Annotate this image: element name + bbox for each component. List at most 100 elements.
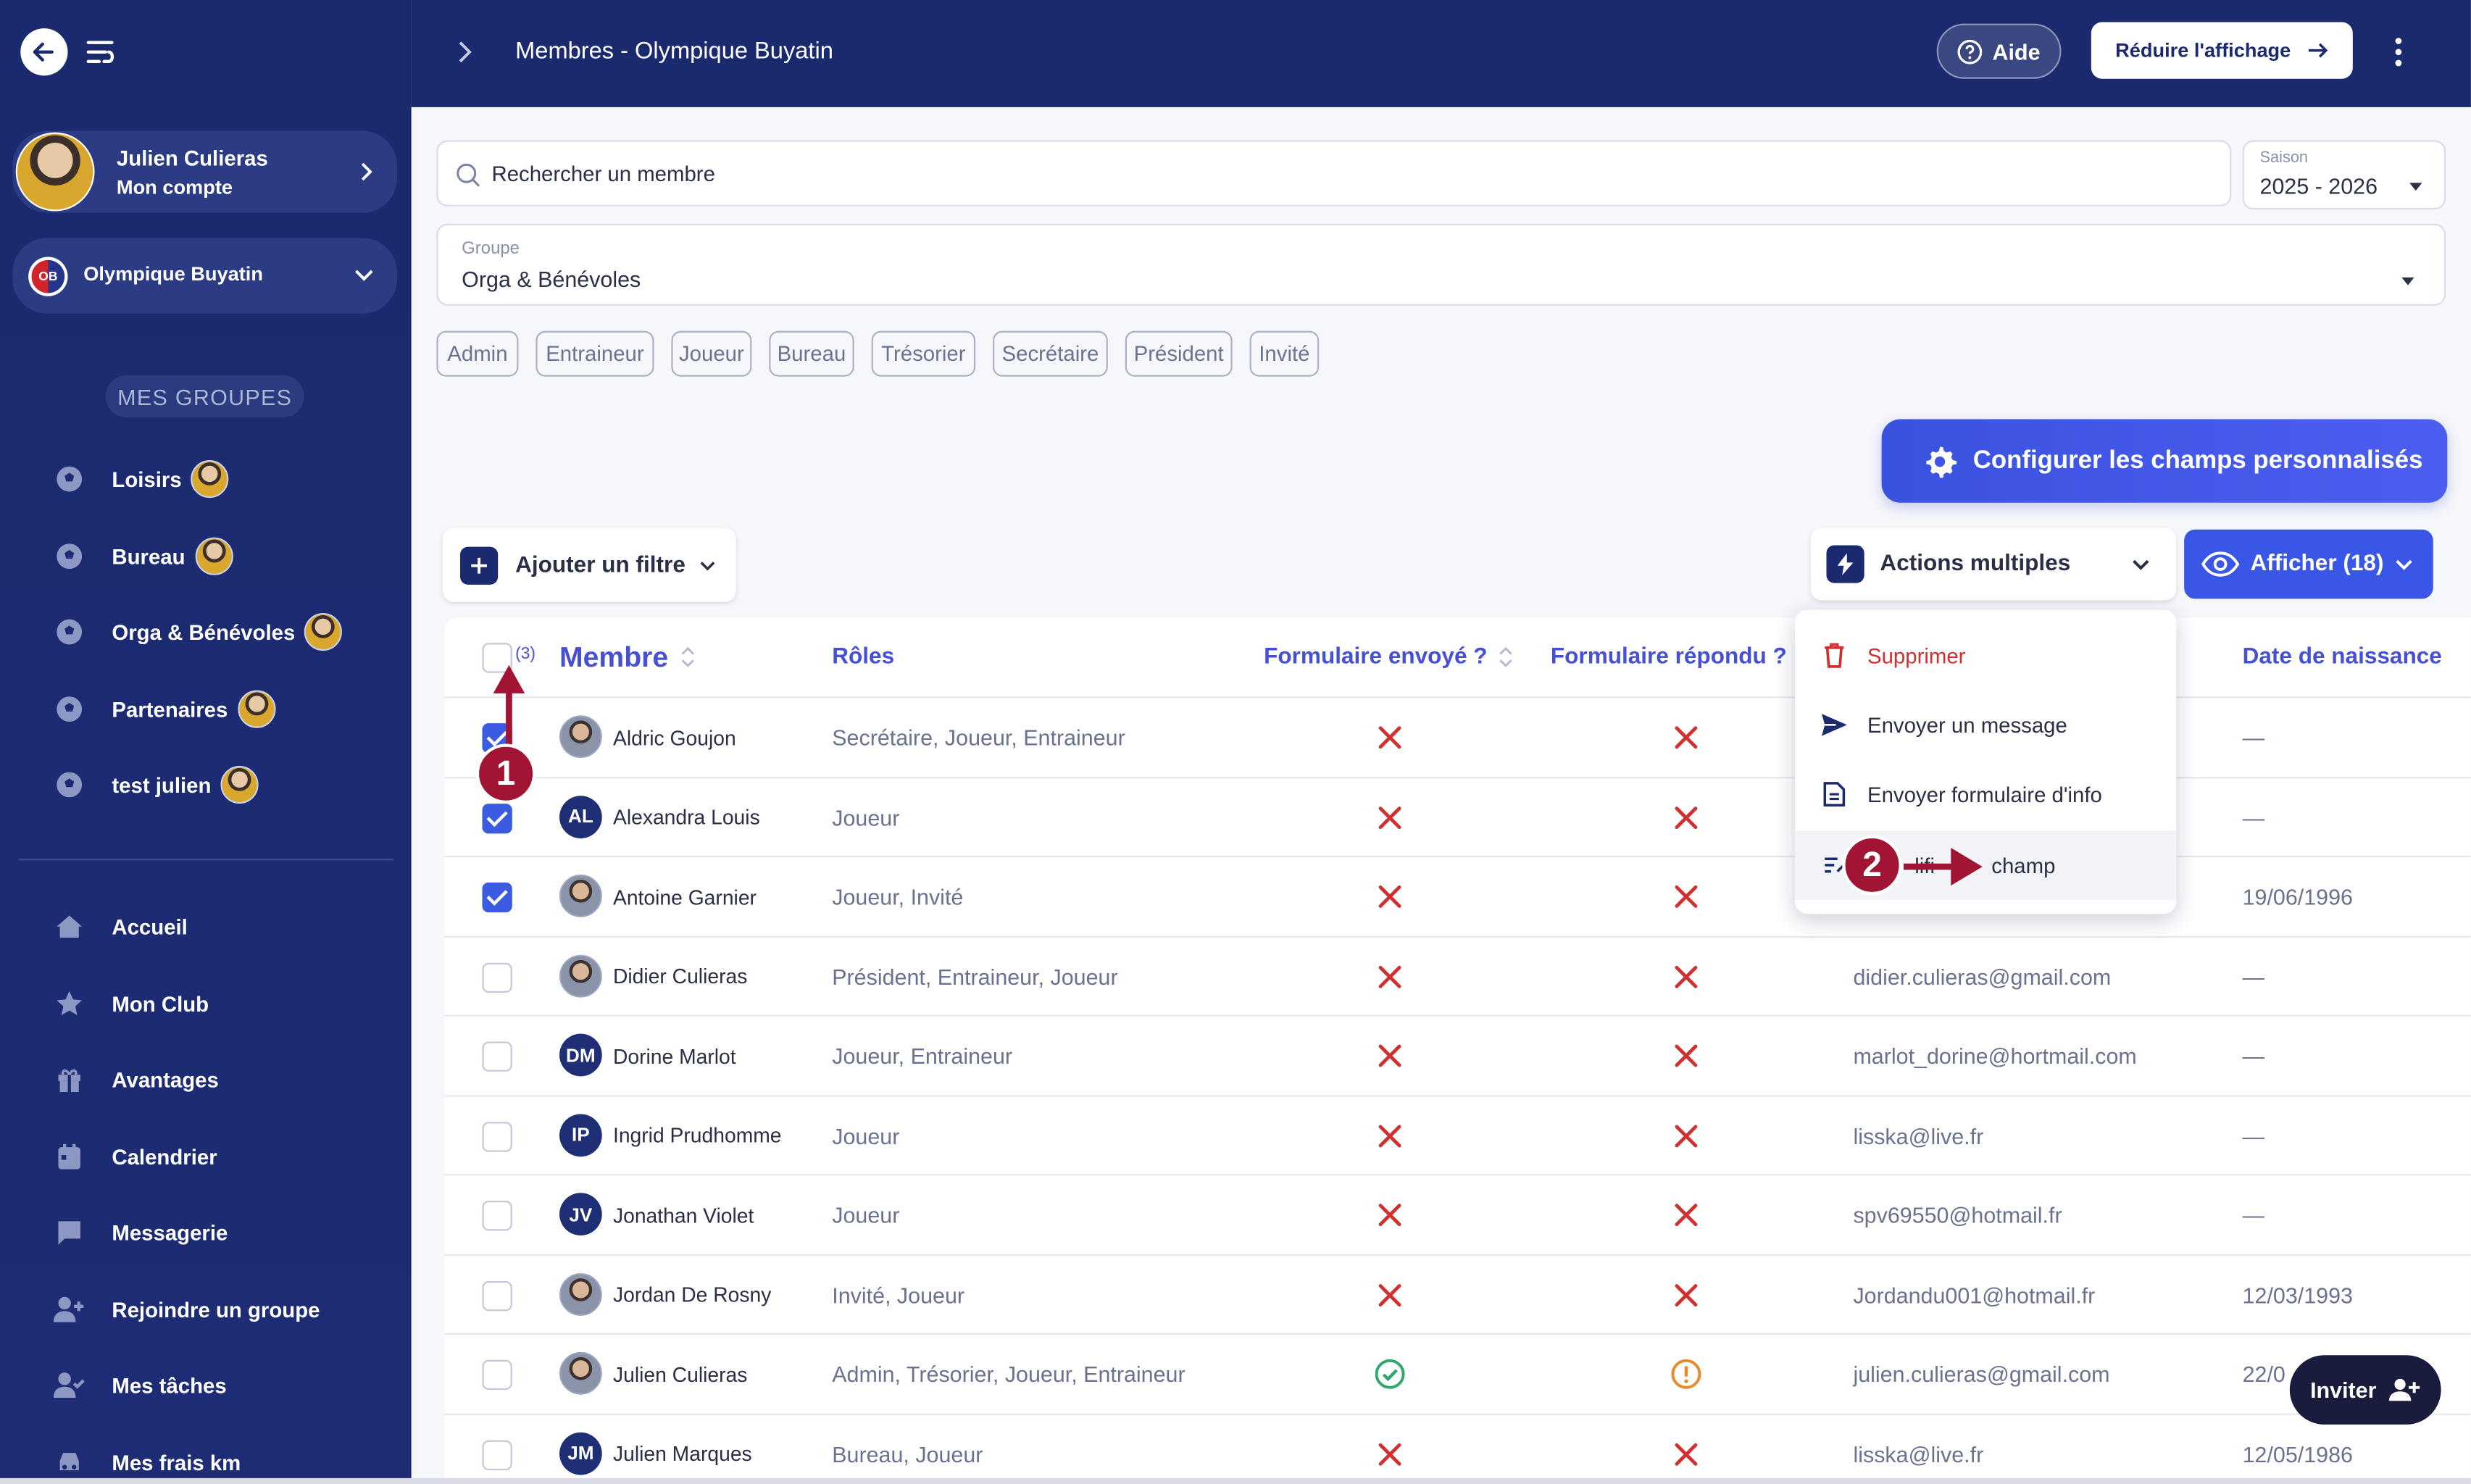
sidebar-group-partenaires[interactable]: Partenaires: [54, 690, 275, 728]
member-roles: Président, Entraineur, Joueur: [832, 963, 1118, 989]
cross-icon: [1670, 960, 1701, 991]
group-label: Groupe: [462, 239, 520, 259]
menu-item-label-end: champ: [1991, 853, 2056, 878]
reduce-display-button[interactable]: Réduire l'affichage: [2091, 22, 2353, 79]
lightning-icon: [1826, 545, 1864, 583]
role-tag-secretaire[interactable]: Secrétaire: [993, 330, 1108, 377]
more-vertical-icon[interactable]: [2393, 36, 2403, 67]
role-tag-entraineur[interactable]: Entraineur: [536, 330, 654, 377]
back-button[interactable]: [20, 28, 68, 76]
soccer-ball-icon: [54, 693, 85, 725]
header-form-answered-label: Formulaire répondu ?: [1550, 644, 1787, 670]
table-row[interactable]: IP Ingrid Prudhomme Joueur lisska@live.fr —: [444, 1094, 2471, 1173]
document-icon: [1820, 780, 1849, 808]
member-name[interactable]: Julien Marques: [613, 1414, 752, 1484]
member-roles: Joueur, Entraineur: [832, 1043, 1013, 1069]
header-form-sent[interactable]: Formulaire envoyé ?: [1264, 617, 1512, 696]
member-name[interactable]: Dorine Marlot: [613, 1017, 736, 1096]
table-row[interactable]: Didier Culieras Président, Entraineur, Jo…: [444, 935, 2471, 1014]
sidebar-group-bureau[interactable]: Bureau: [54, 537, 233, 575]
season-select[interactable]: Saison 2025 - 2026: [2242, 140, 2446, 210]
horizontal-scrollbar[interactable]: [0, 1477, 2471, 1484]
configure-fields-button[interactable]: Configurer les champs personnalisés: [1881, 419, 2448, 503]
header-roles[interactable]: Rôles: [832, 617, 894, 696]
menu-collapse-icon[interactable]: [85, 38, 116, 74]
sort-icon: [1499, 646, 1512, 667]
reduce-label: Réduire l'affichage: [2115, 39, 2291, 62]
row-checkbox[interactable]: [482, 803, 512, 833]
group-select[interactable]: Groupe Orga & Bénévoles: [436, 223, 2446, 306]
role-tag-bureau[interactable]: Bureau: [769, 330, 854, 377]
sidebar-item-accueil[interactable]: Accueil: [54, 908, 188, 946]
sidebar-item-frais-km[interactable]: Mes frais km: [54, 1443, 241, 1481]
club-selector[interactable]: OB Olympique Buyatin: [12, 238, 398, 314]
add-filter-label: Ajouter un filtre: [515, 552, 686, 578]
row-checkbox[interactable]: [482, 882, 512, 913]
group-avatar: [237, 690, 275, 728]
member-name[interactable]: Jordan De Rosny: [613, 1255, 771, 1334]
account-card[interactable]: Julien Culieras Mon compte: [12, 130, 398, 213]
bulk-actions-button[interactable]: Actions multiples: [1810, 528, 2177, 601]
group-avatar: [304, 612, 343, 651]
row-checkbox[interactable]: [482, 1359, 512, 1391]
menu-item-delete[interactable]: Supprimer: [1795, 621, 2176, 691]
table-row[interactable]: DM Dorine Marlot Joueur, Entraineur marlot_…: [444, 1014, 2471, 1096]
search-input[interactable]: Rechercher un membre: [436, 140, 2232, 207]
header-dob[interactable]: Date de naissance: [2243, 617, 2442, 696]
row-checkbox[interactable]: [482, 1201, 512, 1231]
cross-icon: [1670, 1199, 1701, 1230]
selected-count: (3): [515, 644, 536, 664]
header-member[interactable]: Membre: [559, 617, 695, 696]
member-name[interactable]: Julien Culieras: [613, 1335, 747, 1414]
member-name[interactable]: Alexandra Louis: [613, 778, 760, 856]
sidebar-group-label: test julien: [112, 772, 212, 797]
sidebar-group-test-julien[interactable]: test julien: [54, 765, 259, 804]
chevron-right-icon[interactable]: [457, 39, 473, 64]
table-row[interactable]: JV Jonathan Violet Joueur spv69550@hotmail.…: [444, 1174, 2471, 1253]
menu-item-send-form[interactable]: Envoyer formulaire d'info: [1795, 759, 2176, 829]
sidebar-item-calendrier[interactable]: Calendrier: [54, 1138, 217, 1175]
row-checkbox[interactable]: [482, 1121, 512, 1151]
chat-icon: [54, 1217, 85, 1248]
role-tag-invite[interactable]: Invité: [1249, 330, 1320, 377]
role-tag-tresorier[interactable]: Trésorier: [871, 330, 976, 377]
sidebar-item-mon-club[interactable]: Mon Club: [54, 985, 209, 1022]
row-checkbox[interactable]: [482, 962, 512, 992]
member-name[interactable]: Aldric Goujon: [613, 698, 736, 777]
role-tag-president[interactable]: Président: [1125, 330, 1233, 377]
table-row[interactable]: Jordan De Rosny Invité, Joueur Jordandu001…: [444, 1253, 2471, 1334]
role-tag-joueur[interactable]: Joueur: [671, 330, 752, 377]
sidebar-item-taches[interactable]: Mes tâches: [53, 1366, 227, 1404]
show-columns-button[interactable]: Afficher (18): [2184, 529, 2433, 599]
sidebar-group-loisirs[interactable]: Loisirs: [54, 460, 229, 499]
member-name[interactable]: Ingrid Prudhomme: [613, 1096, 782, 1175]
cross-icon: [1670, 722, 1701, 753]
add-filter-button[interactable]: Ajouter un filtre: [443, 528, 736, 602]
sidebar-item-avantages[interactable]: Avantages: [54, 1061, 219, 1099]
member-name[interactable]: Didier Culieras: [613, 937, 747, 1016]
member-name[interactable]: Antoine Garnier: [613, 857, 757, 936]
question-icon: [1958, 38, 1983, 64]
header-dob-label: Date de naissance: [2242, 644, 2442, 670]
menu-item-send-message[interactable]: Envoyer un message: [1795, 691, 2176, 760]
row-checkbox[interactable]: [482, 1439, 512, 1470]
invite-button[interactable]: Inviter: [2289, 1355, 2441, 1425]
sidebar-item-messagerie[interactable]: Messagerie: [54, 1214, 228, 1251]
cross-icon: [1374, 881, 1405, 912]
role-tag-admin[interactable]: Admin: [436, 330, 519, 377]
table-row[interactable]: Julien Culieras Admin, Trésorier, Joueur,…: [444, 1333, 2471, 1412]
soccer-ball-icon: [54, 541, 85, 572]
row-checkbox[interactable]: [482, 1041, 512, 1072]
member-dob: —: [2242, 725, 2265, 751]
help-button[interactable]: Aide: [1936, 23, 2062, 79]
chevron-down-icon: [2133, 559, 2149, 570]
topbar: Membres - Olympique Buyatin Aide Réduire…: [411, 0, 2471, 107]
show-columns-label: Afficher (18): [2250, 551, 2384, 577]
table-row[interactable]: JM Julien Marques Bureau, Joueur lisska@liv…: [444, 1412, 2471, 1484]
sidebar-group-orga[interactable]: Orga & Bénévoles: [54, 612, 343, 651]
sidebar-item-rejoindre[interactable]: Rejoindre un groupe: [53, 1291, 320, 1328]
row-checkbox[interactable]: [482, 1280, 512, 1311]
home-icon: [54, 911, 85, 942]
member-name[interactable]: Jonathan Violet: [613, 1175, 754, 1254]
header-form-answered[interactable]: Formulaire répondu ?: [1551, 617, 1787, 696]
